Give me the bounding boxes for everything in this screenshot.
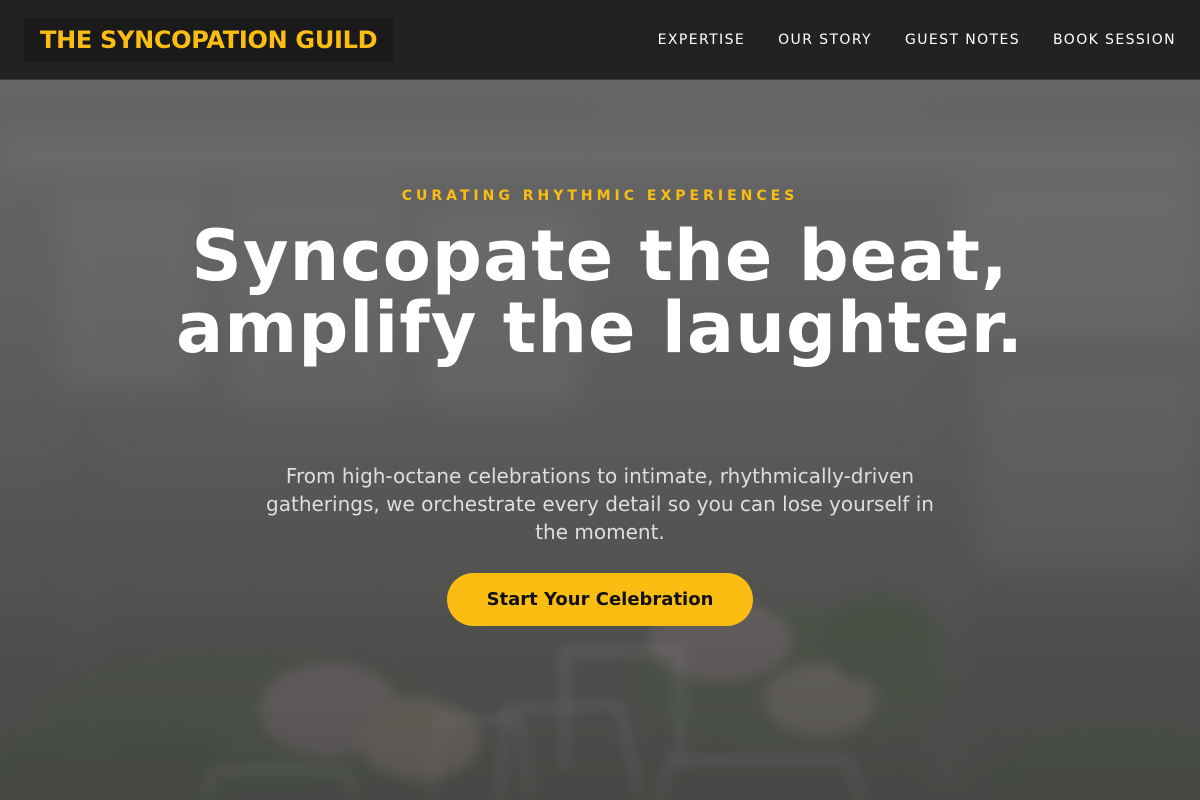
hero-subcopy: From high-octane celebrations to intimat… [266, 464, 934, 544]
nav-item-our-story[interactable]: OUR STORY [778, 32, 872, 48]
hero-section: CURATING RHYTHMIC EXPERIENCES Syncopate … [0, 80, 1200, 800]
site-header: THE SYNCOPATION GUILD EXPERTISE OUR STOR… [0, 0, 1200, 80]
nav-item-book-session[interactable]: BOOK SESSION [1053, 32, 1176, 48]
start-celebration-button[interactable]: Start Your Celebration [447, 573, 753, 626]
hero-headline: Syncopate the beat, amplify the laughter… [176, 215, 1024, 369]
site-logo[interactable]: THE SYNCOPATION GUILD [24, 17, 394, 62]
nav-item-guest-notes[interactable]: GUEST NOTES [905, 32, 1020, 48]
main-nav: EXPERTISE OUR STORY GUEST NOTES BOOK SES… [658, 32, 1176, 48]
nav-item-expertise[interactable]: EXPERTISE [658, 32, 745, 48]
hero-kicker: CURATING RHYTHMIC EXPERIENCES [401, 188, 799, 204]
